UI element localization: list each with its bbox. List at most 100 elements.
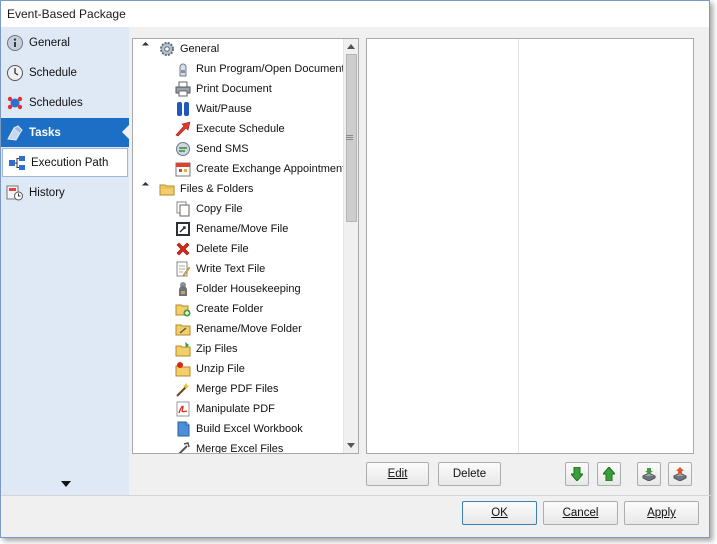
execution-path-icon: [8, 154, 26, 172]
delete-button[interactable]: Delete: [438, 462, 501, 486]
tree-item-label: Unzip File: [196, 363, 245, 375]
tree-item-zip-files[interactable]: Zip Files: [175, 339, 238, 359]
tree-item-delete-file[interactable]: Delete File: [175, 239, 249, 259]
cancel-button-label: Cancel: [562, 507, 599, 519]
history-icon: [6, 184, 24, 202]
arrow-down-icon: [569, 466, 585, 482]
sidebar-item-schedules[interactable]: Schedules: [1, 88, 129, 117]
ok-button[interactable]: OK: [462, 501, 537, 525]
folder-icon: [159, 181, 175, 197]
zip-icon: [175, 341, 191, 357]
sidebar-item-tasks[interactable]: Tasks: [1, 118, 129, 147]
create-folder-icon: [175, 301, 191, 317]
tree-item-print-document[interactable]: Print Document: [175, 79, 272, 99]
tree-item-label: Merge PDF Files: [196, 383, 279, 395]
tree-group-files-folders[interactable]: Files & Folders: [159, 179, 253, 199]
schedules-icon: [6, 94, 24, 112]
sidebar-item-label: Execution Path: [31, 156, 109, 169]
copy-file-icon: [175, 201, 191, 217]
info-icon: [6, 34, 24, 52]
tree-item-folder-housekeeping[interactable]: Folder Housekeeping: [175, 279, 301, 299]
tree-item-manipulate-pdf[interactable]: Manipulate PDF: [175, 399, 275, 419]
housekeeping-icon: [175, 281, 191, 297]
tree-item-create-folder[interactable]: Create Folder: [175, 299, 263, 319]
tree-item-write-text-file[interactable]: Write Text File: [175, 259, 265, 279]
tree-item-label: Copy File: [196, 203, 243, 215]
tree-group-label: Files & Folders: [180, 183, 254, 195]
title-bar: Event-Based Package: [1, 1, 709, 27]
scrollbar-thumb[interactable]: [346, 54, 357, 222]
footer-separator: [1, 495, 711, 496]
tasks-icon: [6, 124, 24, 142]
tree-item-label: Merge Excel Files: [196, 443, 284, 454]
tree-scrollbar[interactable]: [343, 39, 358, 453]
tree-item-label: Create Folder: [196, 303, 264, 315]
tree-item-rename-move-file[interactable]: Rename/Move File: [175, 219, 288, 239]
merge-pdf-icon: [175, 381, 191, 397]
sidebar-item-label: History: [29, 186, 65, 199]
selected-tasks-list[interactable]: [366, 38, 694, 454]
tree-item-label: Send SMS: [196, 143, 249, 155]
tree-item-send-sms[interactable]: Send SMS: [175, 139, 249, 159]
cancel-button[interactable]: Cancel: [543, 501, 618, 525]
scroll-up-icon[interactable]: [347, 44, 355, 49]
sidebar-item-label: Schedule: [29, 66, 77, 79]
import-icon: [641, 467, 657, 482]
scroll-down-icon[interactable]: [347, 443, 355, 448]
edit-button[interactable]: Edit: [366, 462, 429, 486]
tree-item-build-excel-workbook[interactable]: Build Excel Workbook: [175, 419, 303, 439]
sidebar-item-history[interactable]: History: [1, 178, 129, 207]
tree-group-general[interactable]: General: [159, 39, 219, 59]
collapse-general-icon[interactable]: [141, 41, 150, 50]
apply-button[interactable]: Apply: [624, 501, 699, 525]
sidebar-item-label: General: [29, 36, 70, 49]
excel-workbook-icon: [175, 421, 191, 437]
sidebar-item-general[interactable]: General: [1, 28, 129, 57]
tree-item-run-program[interactable]: Run Program/Open Document: [175, 59, 345, 79]
tree-item-rename-move-folder[interactable]: Rename/Move Folder: [175, 319, 302, 339]
sidebar-item-label: Tasks: [29, 126, 61, 139]
sidebar-item-execution-path[interactable]: Execution Path: [2, 148, 128, 177]
tree-item-label: Zip Files: [196, 343, 238, 355]
tree-item-label: Create Exchange Appointment: [196, 163, 346, 175]
tree-item-label: Wait/Pause: [196, 103, 252, 115]
tree-item-label: Rename/Move Folder: [196, 323, 302, 335]
tree-item-unzip-file[interactable]: Unzip File: [175, 359, 245, 379]
calendar-icon: [175, 161, 191, 177]
tree-item-label: Delete File: [196, 243, 249, 255]
import-tasks-button[interactable]: [637, 462, 661, 486]
clock-icon: [6, 64, 24, 82]
tree-item-label: Execute Schedule: [196, 123, 285, 135]
move-down-button[interactable]: [565, 462, 589, 486]
export-icon: [672, 467, 688, 482]
merge-excel-icon: [175, 441, 191, 453]
delete-icon: [175, 241, 191, 257]
run-program-icon: [175, 61, 191, 77]
delete-button-label: Delete: [452, 468, 487, 480]
write-text-icon: [175, 261, 191, 277]
sidebar-item-label: Schedules: [29, 96, 83, 109]
window-title: Event-Based Package: [7, 7, 126, 21]
sidebar-item-schedule[interactable]: Schedule: [1, 58, 129, 87]
printer-icon: [175, 81, 191, 97]
tree-item-execute-schedule[interactable]: Execute Schedule: [175, 119, 285, 139]
tree-item-label: Folder Housekeeping: [196, 283, 301, 295]
pdf-icon: [175, 401, 191, 417]
sidebar-scroll-down-icon[interactable]: [61, 481, 71, 487]
tree-item-create-exchange-appointment[interactable]: Create Exchange Appointment: [175, 159, 345, 179]
export-tasks-button[interactable]: [668, 462, 692, 486]
rename-folder-icon: [175, 321, 191, 337]
tree-item-label: Rename/Move File: [196, 223, 289, 235]
gear-icon: [159, 41, 175, 57]
tree-item-copy-file[interactable]: Copy File: [175, 199, 242, 219]
rename-file-icon: [175, 221, 191, 237]
ok-button-label: OK: [491, 507, 508, 519]
collapse-files-folders-icon[interactable]: [141, 181, 150, 190]
tree-item-label: Manipulate PDF: [196, 403, 275, 415]
sidebar: General Schedule Schedules Tasks Executi…: [1, 27, 129, 495]
tree-item-wait-pause[interactable]: Wait/Pause: [175, 99, 252, 119]
tree-item-label: Run Program/Open Document: [196, 63, 345, 75]
move-up-button[interactable]: [597, 462, 621, 486]
tree-item-merge-pdf-files[interactable]: Merge PDF Files: [175, 379, 279, 399]
tree-item-merge-excel-files[interactable]: Merge Excel Files: [175, 439, 284, 454]
